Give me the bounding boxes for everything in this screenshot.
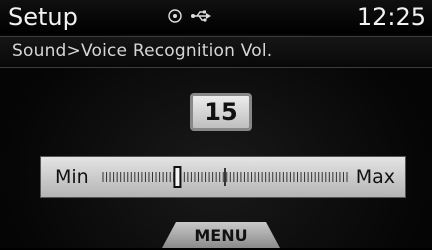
slider-min-label: Min xyxy=(55,166,89,188)
volume-value: 15 xyxy=(190,93,252,131)
breadcrumb: Sound>Voice Recognition Vol. xyxy=(0,36,432,68)
volume-slider[interactable]: Min Max xyxy=(40,156,406,198)
screen-title: Setup xyxy=(8,3,78,31)
slider-max-label: Max xyxy=(355,166,395,188)
setup-screen: Setup 12:25 Sound>Voice Recognition Vol.… xyxy=(0,0,432,248)
slider-track[interactable] xyxy=(99,157,351,197)
menu-button[interactable]: MENU xyxy=(162,222,280,248)
status-bar: Setup 12:25 xyxy=(0,0,432,34)
clock: 12:25 xyxy=(356,3,426,31)
slider-thumb[interactable] xyxy=(173,166,182,188)
status-icons xyxy=(168,8,212,27)
breadcrumb-text: Sound>Voice Recognition Vol. xyxy=(12,41,273,61)
usb-icon xyxy=(190,8,212,27)
disc-icon xyxy=(168,8,182,27)
